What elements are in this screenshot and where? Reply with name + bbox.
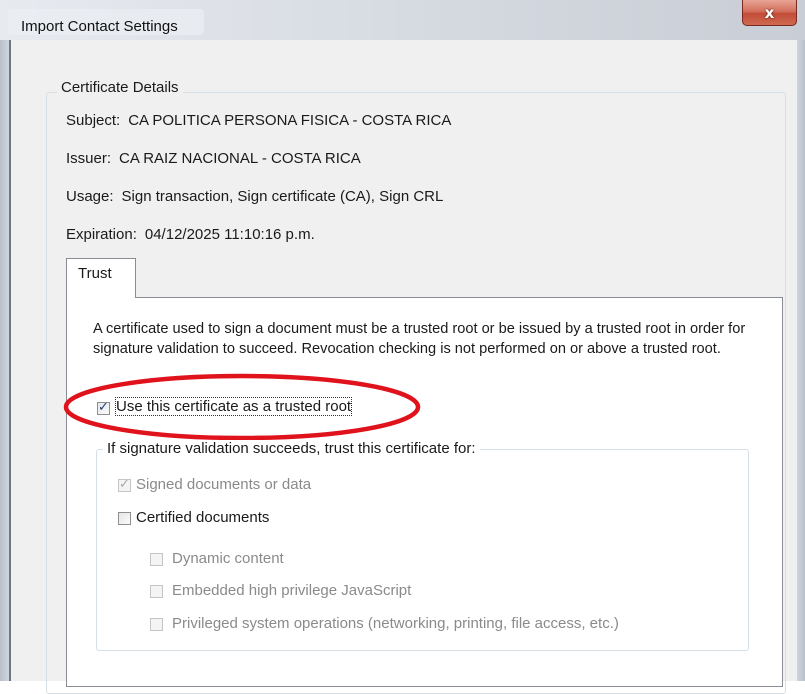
tab-trust-label: Trust	[78, 265, 112, 282]
title-bar[interactable]: Import Contact Settings x	[0, 0, 805, 40]
signed-documents-label: Signed documents or data	[136, 476, 312, 493]
trust-description: A certificate used to sign a document mu…	[93, 321, 746, 357]
trusted-root-label[interactable]: Use this certificate as a trusted root	[114, 397, 353, 416]
trust-for-heading: If signature validation succeeds, trust …	[103, 440, 480, 457]
trusted-root-checkbox[interactable]	[97, 400, 110, 415]
close-icon: x	[764, 3, 775, 22]
issuer-row: Issuer: CA RAIZ NACIONAL - COSTA RICA	[66, 150, 361, 167]
subject-label: Subject:	[66, 112, 121, 129]
window-frame-left	[0, 40, 9, 681]
usage-row: Usage: Sign transaction, Sign certificate…	[66, 188, 443, 205]
privileged-operations-label: Privileged system operations (networking…	[172, 615, 619, 632]
usage-value: Sign transaction, Sign certificate (CA),…	[121, 188, 444, 205]
tab-trust[interactable]: Trust	[66, 258, 136, 298]
subject-row: Subject: CA POLITICA PERSONA FISICA - COS…	[66, 112, 451, 129]
close-button[interactable]: x	[742, 0, 797, 26]
signed-documents-checkbox[interactable]	[118, 477, 131, 492]
expiration-value: 04/12/2025 11:10:16 p.m.	[144, 226, 315, 243]
subject-value: CA POLITICA PERSONA FISICA - COSTA RICA	[128, 112, 452, 129]
embedded-javascript-checkbox[interactable]	[150, 585, 163, 598]
certificate-details-heading: Certificate Details	[57, 79, 183, 96]
trusted-root-label-text: Use this certificate as a trusted root	[114, 397, 353, 416]
expiration-row: Expiration: 04/12/2025 11:10:16 p.m.	[66, 226, 315, 243]
issuer-label: Issuer:	[66, 150, 112, 167]
dynamic-content-label: Dynamic content	[172, 550, 284, 567]
window-frame-right	[797, 40, 805, 681]
embedded-javascript-label: Embedded high privilege JavaScript	[172, 582, 412, 599]
certified-documents-checkbox[interactable]	[118, 512, 131, 525]
certified-documents-label[interactable]: Certified documents	[136, 509, 269, 526]
expiration-label: Expiration:	[66, 226, 137, 243]
usage-label: Usage:	[66, 188, 114, 205]
issuer-value: CA RAIZ NACIONAL - COSTA RICA	[119, 150, 361, 167]
privileged-operations-checkbox[interactable]	[150, 618, 163, 631]
window-title: Import Contact Settings	[21, 18, 178, 35]
dynamic-content-checkbox[interactable]	[150, 553, 163, 566]
